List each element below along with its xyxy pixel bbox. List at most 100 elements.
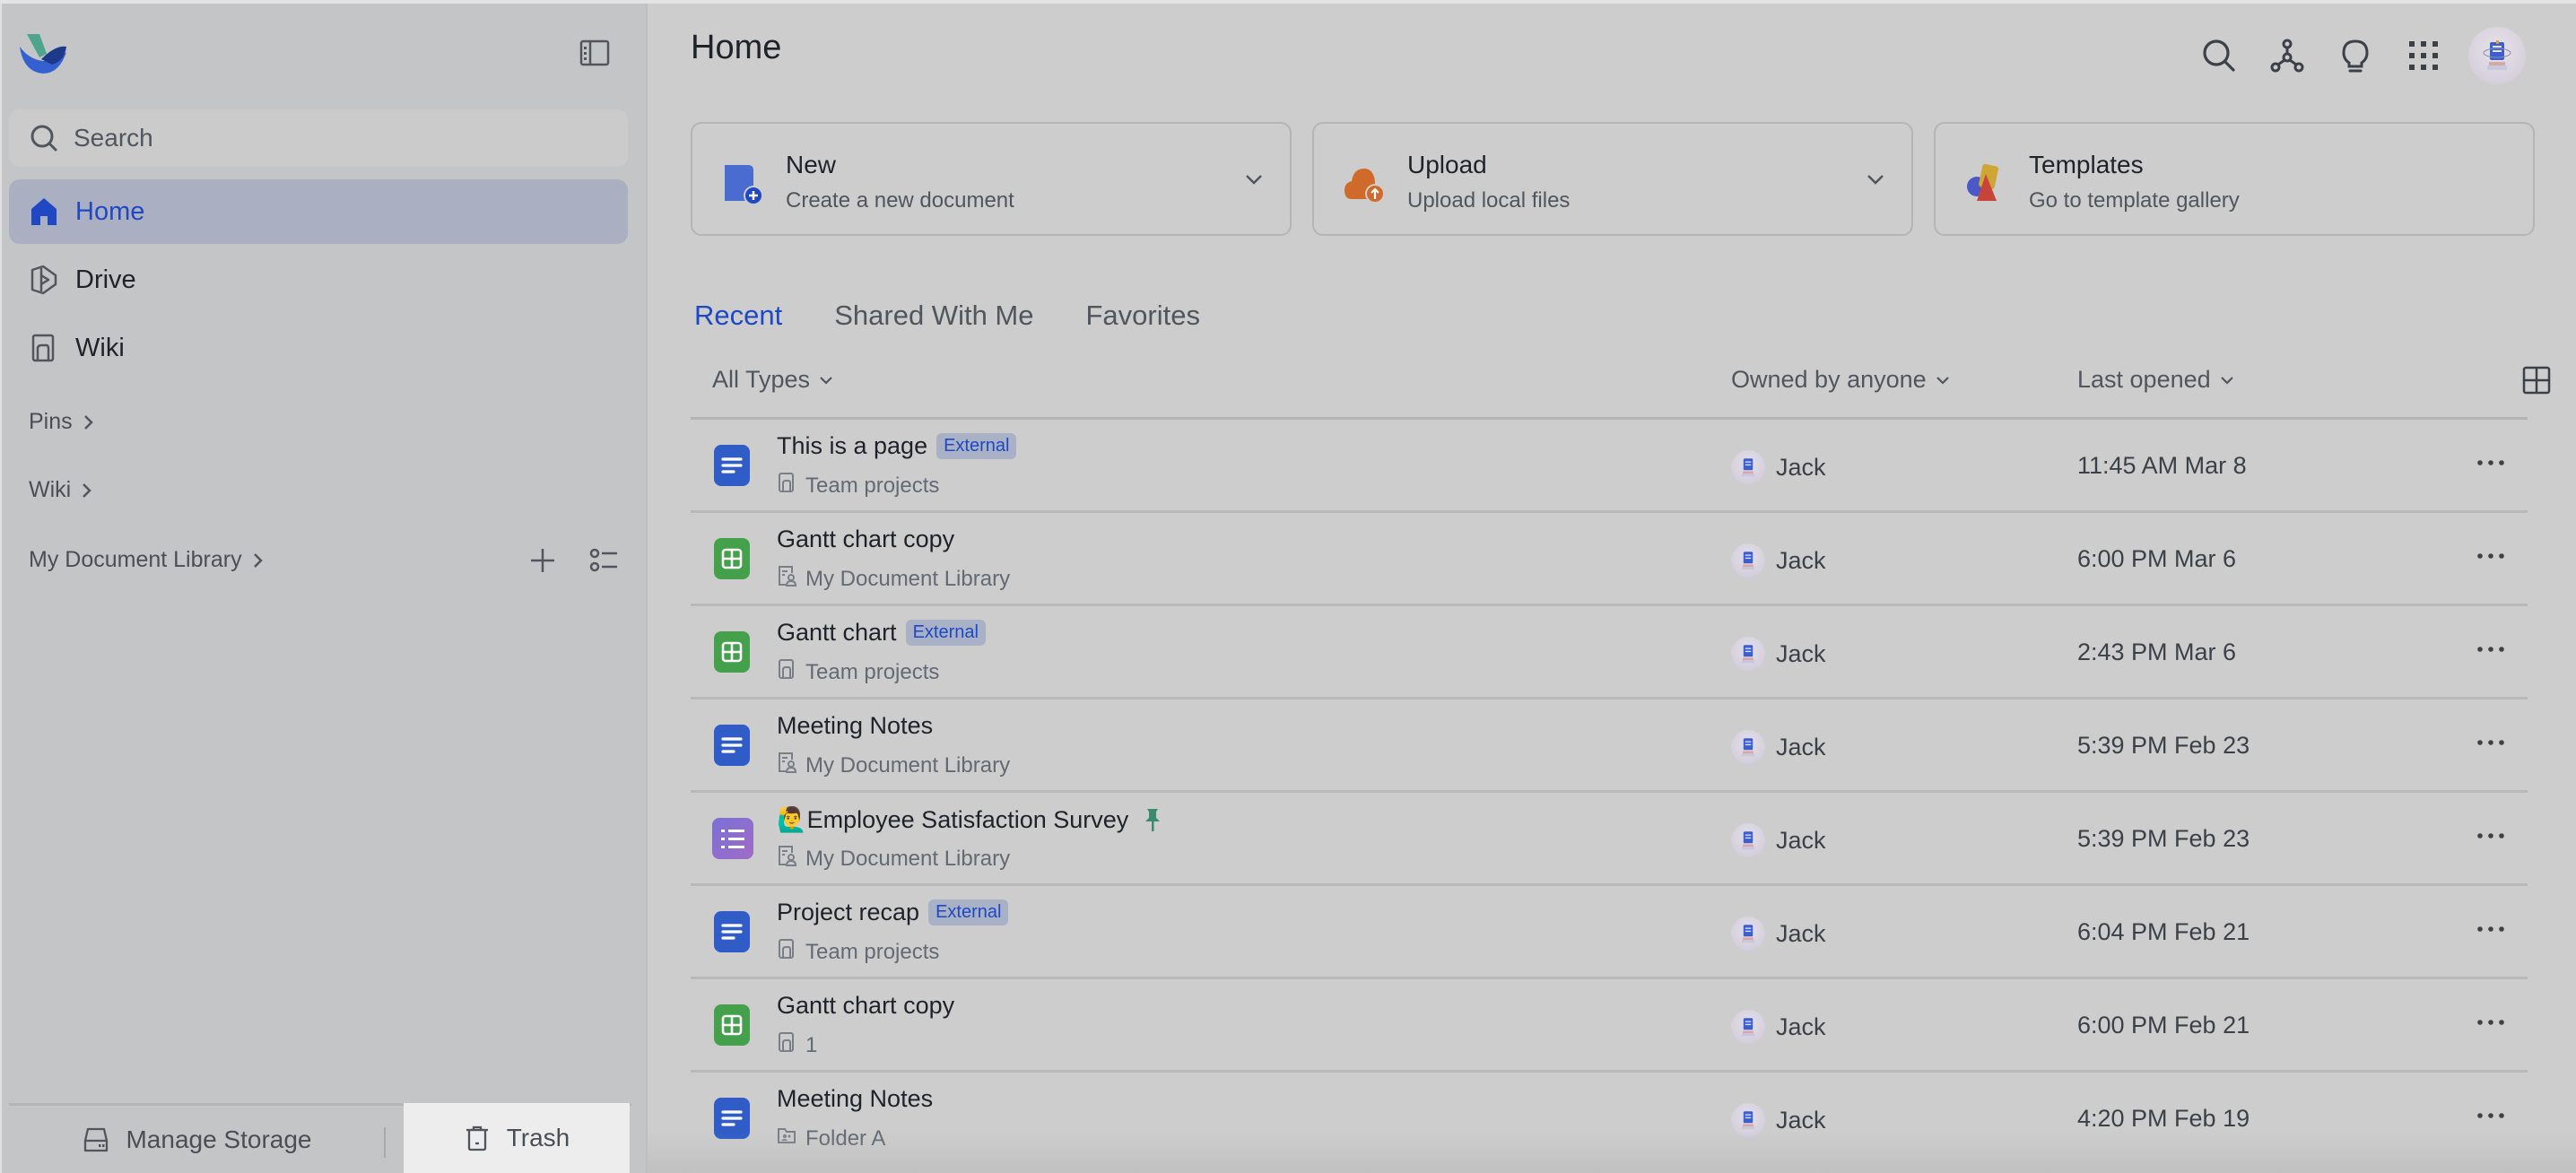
app-launcher-button[interactable]	[2404, 36, 2443, 75]
doc-icon	[721, 924, 743, 940]
library-icon	[779, 846, 797, 866]
trash-button[interactable]: Trash	[404, 1103, 630, 1173]
file-row[interactable]: Project recap External Team projects Jac…	[691, 886, 2528, 979]
more-options-icon[interactable]	[2476, 1013, 2506, 1031]
last-opened: 6:04 PM Feb 21	[2077, 918, 2250, 945]
owner-name: Jack	[1776, 826, 1826, 854]
file-row[interactable]: 🙋‍♂️Employee Satisfaction Survey My Docu…	[691, 793, 2528, 886]
type-filter-label: All Types	[712, 366, 811, 393]
file-location[interactable]: My Document Library	[777, 565, 1010, 593]
last-opened: 11:45 AM Mar 8	[2077, 452, 2247, 479]
avatar-image-icon	[1741, 738, 1755, 757]
file-location[interactable]: Folder A	[777, 1125, 885, 1152]
avatar-image-icon	[1741, 1018, 1755, 1037]
user-avatar[interactable]	[2468, 27, 2526, 84]
file-owner: Jack	[1731, 730, 1826, 764]
more-options-icon[interactable]	[2476, 1107, 2506, 1125]
sidebar-section-pins[interactable]: Pins	[29, 409, 96, 435]
more-options-icon[interactable]	[2476, 920, 2506, 938]
wiki-icon	[779, 659, 794, 679]
file-type-icon	[714, 445, 750, 486]
file-location[interactable]: My Document Library	[777, 752, 1010, 779]
owner-name: Jack	[1776, 919, 1826, 947]
file-name-wrap: Gantt chart copy	[777, 992, 954, 1020]
footer-divider	[384, 1127, 386, 1158]
sidebar-section-my-document-library[interactable]: My Document Library	[29, 547, 265, 573]
owner-avatar	[1731, 823, 1765, 857]
more-options-icon[interactable]	[2476, 547, 2506, 565]
chevron-down-icon[interactable]	[1865, 169, 1886, 190]
doc-icon	[721, 457, 743, 474]
avatar-image-icon	[1741, 645, 1755, 664]
file-name-wrap: Meeting Notes	[777, 1085, 933, 1113]
section-label: Wiki	[29, 477, 72, 502]
sidebar-item-home[interactable]: Home	[9, 179, 628, 244]
sidebar-item-wiki[interactable]: Wiki	[9, 316, 628, 380]
file-row[interactable]: Gantt chart copy 1 Jack 6:00 PM Feb 21	[691, 979, 2528, 1073]
file-type-icon	[714, 1004, 750, 1046]
file-name-wrap: Gantt chart copy	[777, 526, 954, 553]
more-options-icon[interactable]	[2476, 454, 2506, 472]
shared-folder-icon	[778, 1128, 796, 1143]
more-options-icon[interactable]	[2476, 640, 2506, 658]
sidebar-section-wiki[interactable]: Wiki	[29, 477, 94, 503]
new-document-card[interactable]: New Create a new document	[691, 122, 1292, 236]
location-label: Team projects	[805, 659, 940, 684]
apps-grid-icon	[2409, 41, 2438, 70]
file-location[interactable]: Team projects	[777, 658, 939, 686]
grid-view-toggle-icon[interactable]	[2522, 366, 2551, 395]
chevron-down-icon[interactable]	[1243, 169, 1265, 190]
file-owner: Jack	[1731, 917, 1826, 951]
library-icon	[779, 752, 797, 773]
pin-icon[interactable]	[1143, 807, 1162, 832]
card-title: New	[786, 151, 837, 178]
tips-button[interactable]	[2336, 36, 2375, 75]
add-icon[interactable]	[527, 545, 558, 576]
more-options-icon[interactable]	[2476, 827, 2506, 845]
list-options-icon[interactable]	[588, 545, 619, 576]
upload-card[interactable]: Upload Upload local files	[1312, 122, 1913, 236]
type-filter-dropdown[interactable]: All Types	[712, 366, 833, 394]
card-title: Upload	[1407, 151, 1487, 178]
content-tabs: Recent Shared With Me Favorites	[694, 300, 1200, 332]
knowledge-graph-button[interactable]	[2267, 36, 2307, 75]
tab-shared-with-me[interactable]: Shared With Me	[834, 300, 1033, 332]
sort-dropdown[interactable]: Last opened	[2077, 366, 2234, 394]
file-row[interactable]: Gantt chart copy My Document Library Jac…	[691, 513, 2528, 606]
file-location[interactable]: 1	[777, 1031, 817, 1059]
new-document-icon	[725, 165, 763, 205]
global-search-button[interactable]	[2199, 36, 2239, 75]
storage-icon	[84, 1127, 109, 1151]
file-location[interactable]: Team projects	[777, 938, 939, 966]
location-icon	[777, 565, 805, 593]
file-name: Meeting Notes	[777, 1085, 934, 1112]
file-row[interactable]: This is a page External Team projects Ja…	[691, 420, 2528, 513]
collapse-sidebar-button[interactable]	[579, 39, 612, 68]
owner-filter-dropdown[interactable]: Owned by anyone	[1731, 366, 1950, 394]
location-icon	[777, 845, 805, 873]
file-location[interactable]: My Document Library	[777, 845, 1010, 873]
more-options-icon[interactable]	[2476, 734, 2506, 752]
file-row[interactable]: Gantt chart External Team projects Jack …	[691, 606, 2528, 699]
drive-icon	[30, 265, 57, 295]
file-type-icon	[712, 818, 753, 859]
file-location[interactable]: Team projects	[777, 472, 939, 500]
file-name-wrap: Gantt chart External	[777, 619, 986, 647]
file-row[interactable]: Meeting Notes My Document Library Jack 5…	[691, 699, 2528, 793]
templates-card[interactable]: Templates Go to template gallery	[1934, 122, 2535, 236]
file-row[interactable]: Meeting Notes Folder A Jack 4:20 PM Feb …	[691, 1073, 2528, 1166]
file-name: Meeting Notes	[777, 712, 934, 739]
library-icon	[779, 566, 797, 586]
manage-storage-button[interactable]: Manage Storage	[9, 1106, 386, 1173]
trash-label: Trash	[506, 1124, 570, 1151]
sidebar-footer: Manage Storage Trash	[9, 1103, 631, 1173]
tab-favorites[interactable]: Favorites	[1086, 300, 1200, 332]
sidebar-item-drive[interactable]: Drive	[9, 248, 628, 312]
owner-avatar	[1731, 543, 1765, 578]
file-owner: Jack	[1731, 823, 1826, 857]
wiki-icon	[779, 473, 794, 492]
tab-recent[interactable]: Recent	[694, 300, 782, 332]
section-label: My Document Library	[29, 547, 242, 572]
sidebar-search-input[interactable]: Search	[9, 109, 628, 167]
file-type-icon	[714, 1098, 750, 1139]
